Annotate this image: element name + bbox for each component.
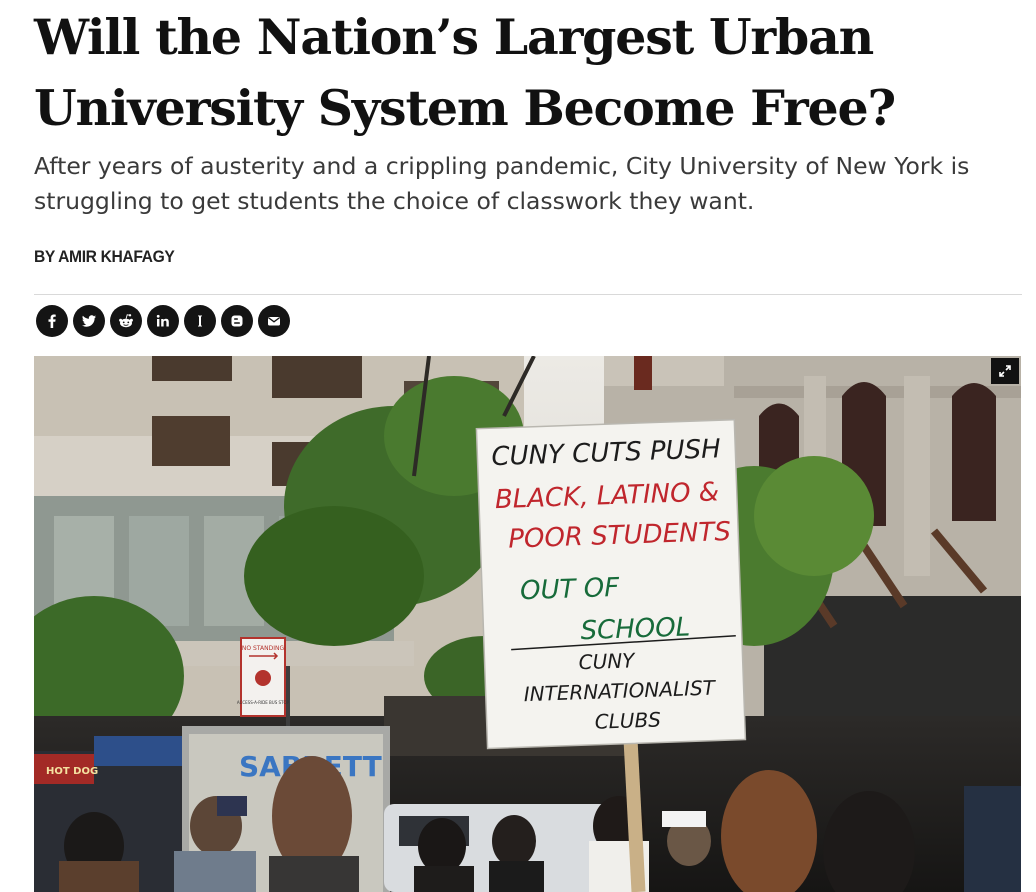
article-page: Will the Nation’s Largest Urban Universi… [0, 0, 1036, 892]
street-sign-top-text: NO STANDING [242, 645, 285, 652]
sign-line-8: CLUBS [594, 707, 661, 733]
article-headline: Will the Nation’s Largest Urban Universi… [34, 8, 896, 137]
sign-line-5: SCHOOL [580, 612, 691, 646]
share-blogger-button[interactable] [221, 305, 253, 337]
facebook-icon [48, 314, 56, 328]
linkedin-icon [156, 314, 169, 327]
share-linkedin-button[interactable] [147, 305, 179, 337]
protest-photo-illustration: NO STANDING ACCESS-A-RIDE BUS STOP HOT D… [34, 356, 1021, 892]
share-reddit-button[interactable] [110, 305, 142, 337]
share-bar [36, 305, 290, 337]
email-icon [268, 317, 280, 326]
article-photo: NO STANDING ACCESS-A-RIDE BUS STOP HOT D… [34, 356, 1021, 892]
article-byline[interactable]: BY AMIR KHAFAGY [34, 247, 175, 267]
share-instapaper-button[interactable] [184, 305, 216, 337]
cart-label-text: HOT DOG [46, 766, 98, 777]
reddit-icon [119, 314, 133, 328]
share-facebook-button[interactable] [36, 305, 68, 337]
protest-sign: CUNY CUTS PUSH BLACK, LATINO & POOR STUD… [475, 418, 747, 750]
share-email-button[interactable] [258, 305, 290, 337]
share-twitter-button[interactable] [73, 305, 105, 337]
expand-icon [999, 365, 1011, 377]
street-sign-bottom-text: ACCESS-A-RIDE BUS STOP [237, 700, 290, 705]
sign-line-4: OUT OF [520, 573, 621, 606]
expand-image-button[interactable] [991, 358, 1019, 384]
article-dek: After years of austerity and a crippling… [34, 152, 970, 215]
sign-line-6: CUNY [578, 648, 636, 674]
twitter-icon [82, 315, 96, 327]
blogger-icon [231, 315, 243, 327]
divider [34, 294, 1022, 295]
instapaper-icon [198, 315, 202, 327]
